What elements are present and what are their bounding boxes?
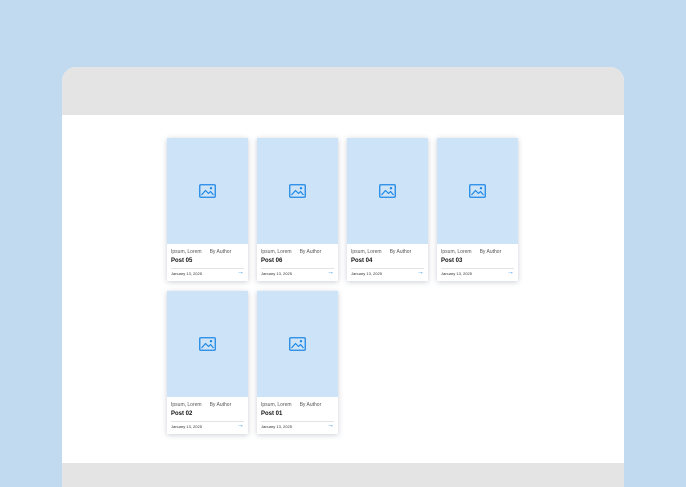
card-divider [261, 421, 334, 422]
image-placeholder-icon [379, 184, 396, 198]
arrow-right-icon[interactable]: → [507, 269, 514, 276]
post-categories[interactable]: Ipsum, Lorem [351, 249, 382, 255]
post-card[interactable]: Ipsum, Lorem By Author Post 05 January 13… [167, 138, 248, 281]
post-meta: Ipsum, Lorem By Author [261, 249, 321, 255]
post-categories[interactable]: Ipsum, Lorem [171, 402, 202, 408]
arrow-right-icon[interactable]: → [237, 422, 244, 429]
post-author[interactable]: By Author [300, 402, 322, 408]
post-meta: Ipsum, Lorem By Author [351, 249, 411, 255]
post-date: January 13, 2025 [171, 424, 202, 429]
window-header [62, 67, 624, 115]
image-placeholder-icon [199, 337, 216, 351]
post-card[interactable]: Ipsum, Lorem By Author Post 01 January 13… [257, 291, 338, 434]
post-title[interactable]: Post 01 [261, 411, 282, 418]
arrow-right-icon[interactable]: → [327, 422, 334, 429]
post-author[interactable]: By Author [210, 249, 232, 255]
post-card[interactable]: Ipsum, Lorem By Author Post 02 January 13… [167, 291, 248, 434]
post-title[interactable]: Post 03 [441, 258, 462, 265]
post-date: January 13, 2025 [261, 424, 292, 429]
card-divider [171, 421, 244, 422]
arrow-right-icon[interactable]: → [417, 269, 424, 276]
post-thumbnail[interactable] [167, 138, 248, 244]
post-date: January 13, 2025 [261, 271, 292, 276]
post-thumbnail[interactable] [167, 291, 248, 397]
post-card[interactable]: Ipsum, Lorem By Author Post 03 January 13… [437, 138, 518, 281]
post-meta: Ipsum, Lorem By Author [261, 402, 321, 408]
post-title[interactable]: Post 02 [171, 411, 192, 418]
post-author[interactable]: By Author [300, 249, 322, 255]
card-divider [441, 268, 514, 269]
post-categories[interactable]: Ipsum, Lorem [171, 249, 202, 255]
post-thumbnail[interactable] [257, 138, 338, 244]
post-meta: Ipsum, Lorem By Author [171, 249, 231, 255]
window-footer [62, 463, 624, 487]
post-title[interactable]: Post 06 [261, 258, 282, 265]
post-thumbnail[interactable] [347, 138, 428, 244]
post-title[interactable]: Post 04 [351, 258, 372, 265]
card-divider [261, 268, 334, 269]
post-categories[interactable]: Ipsum, Lorem [441, 249, 472, 255]
post-thumbnail[interactable] [437, 138, 518, 244]
image-placeholder-icon [289, 184, 306, 198]
arrow-right-icon[interactable]: → [327, 269, 334, 276]
image-placeholder-icon [469, 184, 486, 198]
card-divider [351, 268, 424, 269]
image-placeholder-icon [289, 337, 306, 351]
browser-window: Ipsum, Lorem By Author Post 05 January 13… [62, 67, 624, 487]
post-categories[interactable]: Ipsum, Lorem [261, 402, 292, 408]
post-thumbnail[interactable] [257, 291, 338, 397]
post-date: January 13, 2025 [351, 271, 382, 276]
post-date: January 13, 2025 [441, 271, 472, 276]
post-card[interactable]: Ipsum, Lorem By Author Post 04 January 13… [347, 138, 428, 281]
post-date: January 13, 2025 [171, 271, 202, 276]
post-author[interactable]: By Author [390, 249, 412, 255]
post-card[interactable]: Ipsum, Lorem By Author Post 06 January 13… [257, 138, 338, 281]
post-categories[interactable]: Ipsum, Lorem [261, 249, 292, 255]
post-meta: Ipsum, Lorem By Author [441, 249, 501, 255]
post-title[interactable]: Post 05 [171, 258, 192, 265]
image-placeholder-icon [199, 184, 216, 198]
arrow-right-icon[interactable]: → [237, 269, 244, 276]
card-divider [171, 268, 244, 269]
post-author[interactable]: By Author [210, 402, 232, 408]
post-author[interactable]: By Author [480, 249, 502, 255]
posts-grid: Ipsum, Lorem By Author Post 05 January 13… [167, 138, 519, 434]
post-meta: Ipsum, Lorem By Author [171, 402, 231, 408]
